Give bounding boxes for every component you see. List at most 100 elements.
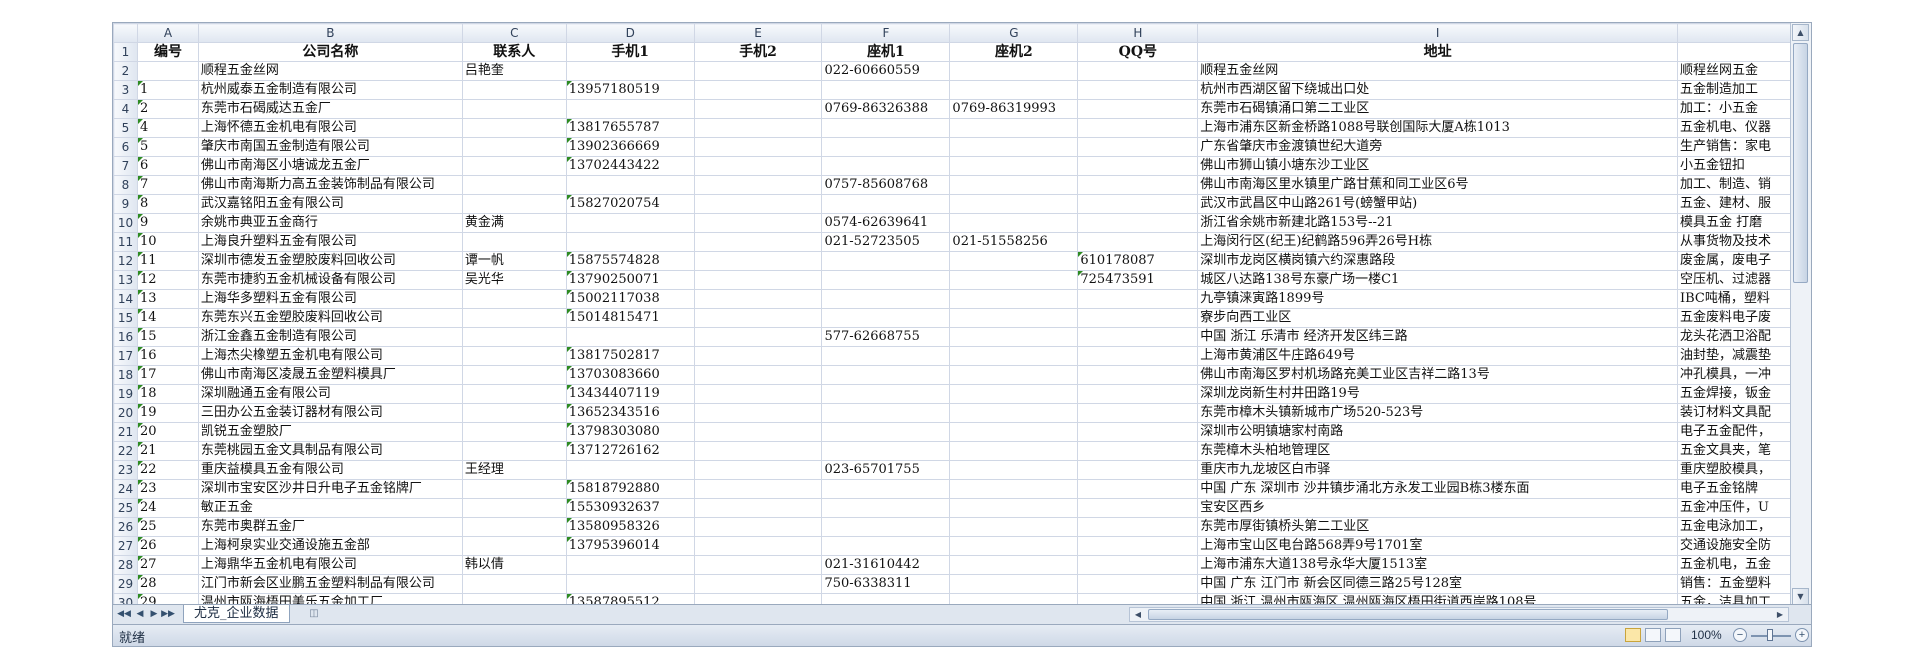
cell[interactable]	[693, 498, 823, 518]
cell[interactable]: 15827020754	[565, 194, 695, 214]
cell[interactable]	[693, 118, 823, 138]
cell[interactable]: 销售：五金塑料	[1676, 574, 1793, 594]
row-header[interactable]: 6	[113, 137, 138, 157]
cell[interactable]	[693, 441, 823, 461]
cell[interactable]: 东莞市奥群五金厂	[197, 517, 463, 537]
cell[interactable]: 浙江省余姚市新建北路153号--21	[1197, 213, 1678, 233]
cell[interactable]: 725473591	[1077, 270, 1199, 290]
cell[interactable]: 深圳市宝安区沙井日升电子五金铭牌厂	[197, 479, 463, 499]
cell[interactable]: 021-31610442	[821, 555, 951, 575]
row-header[interactable]: 23	[113, 460, 138, 480]
column-header[interactable]: B	[197, 23, 463, 43]
cell[interactable]	[949, 213, 1079, 233]
cell[interactable]: 11	[136, 251, 199, 271]
header-cell[interactable]	[1676, 42, 1793, 62]
cell[interactable]: 上海市浦东区新金桥路1088号联创国际大厦A栋1013	[1197, 118, 1678, 138]
zoom-slider-thumb[interactable]	[1767, 629, 1773, 641]
cell[interactable]: 五金废料电子废	[1676, 308, 1793, 328]
row-header[interactable]: 8	[113, 175, 138, 195]
cell[interactable]	[1077, 213, 1199, 233]
header-cell[interactable]: 地址	[1197, 42, 1678, 62]
cell[interactable]	[461, 536, 567, 556]
page-break-view-icon[interactable]	[1665, 628, 1681, 642]
header-cell[interactable]: 编号	[136, 42, 199, 62]
row-header[interactable]: 10	[113, 213, 138, 233]
cell[interactable]	[1077, 289, 1199, 309]
row-header[interactable]: 19	[113, 384, 138, 404]
cell[interactable]	[1077, 99, 1199, 119]
cell[interactable]: 东莞桃园五金文具制品有限公司	[197, 441, 463, 461]
cell[interactable]	[821, 422, 951, 442]
cell[interactable]: 577-62668755	[821, 327, 951, 347]
cell[interactable]: 深圳市公明镇塘家村南路	[1197, 422, 1678, 442]
cell[interactable]: 中国 浙江 温州市瓯海区 温州瓯海区梧田街道西岸路108号	[1197, 593, 1678, 604]
cell[interactable]	[565, 175, 695, 195]
cell[interactable]: 28	[136, 574, 199, 594]
cell[interactable]: 东莞市樟木头镇新城市广场520-523号	[1197, 403, 1678, 423]
cell[interactable]: 中国 广东 江门市 新会区同德三路25号128室	[1197, 574, 1678, 594]
cell[interactable]	[693, 251, 823, 271]
cell[interactable]	[1077, 536, 1199, 556]
cell[interactable]	[693, 346, 823, 366]
cell[interactable]	[565, 99, 695, 119]
zoom-in-icon[interactable]: +	[1795, 628, 1809, 642]
cell[interactable]: 13795396014	[565, 536, 695, 556]
cell[interactable]: 顺程丝网五金	[1676, 61, 1793, 81]
cell[interactable]: 13434407119	[565, 384, 695, 404]
cell[interactable]	[1077, 194, 1199, 214]
cell[interactable]: 上海闵行区(纪王)纪鹤路596弄26号H栋	[1197, 232, 1678, 252]
vertical-scroll-thumb[interactable]	[1793, 43, 1808, 283]
page-layout-view-icon[interactable]	[1645, 628, 1661, 642]
cell[interactable]: 宝安区西乡	[1197, 498, 1678, 518]
cell[interactable]: 13817502817	[565, 346, 695, 366]
cell[interactable]	[461, 403, 567, 423]
cell[interactable]	[1077, 365, 1199, 385]
cell[interactable]	[461, 479, 567, 499]
cell[interactable]	[949, 137, 1079, 157]
cell[interactable]: 上海市黄浦区牛庄路649号	[1197, 346, 1678, 366]
cell[interactable]: 17	[136, 365, 199, 385]
cell[interactable]: 加工：小五金	[1676, 99, 1793, 119]
cell[interactable]: 佛山市南海区凌晟五金塑料模具厂	[197, 365, 463, 385]
cell[interactable]: 深圳融通五金有限公司	[197, 384, 463, 404]
cell[interactable]: 吕艳奎	[461, 61, 567, 81]
header-cell[interactable]: QQ号	[1077, 42, 1199, 62]
row-header[interactable]: 14	[113, 289, 138, 309]
cell[interactable]: 023-65701755	[821, 460, 951, 480]
cell[interactable]	[1077, 555, 1199, 575]
cell[interactable]	[949, 289, 1079, 309]
cell[interactable]: 上海怀德五金机电有限公司	[197, 118, 463, 138]
cell[interactable]	[821, 289, 951, 309]
row-header[interactable]: 21	[113, 422, 138, 442]
cell[interactable]	[461, 346, 567, 366]
cell[interactable]: 黄金满	[461, 213, 567, 233]
cell[interactable]: 杭州威泰五金制造有限公司	[197, 80, 463, 100]
cell[interactable]	[949, 498, 1079, 518]
cell[interactable]	[461, 156, 567, 176]
cell[interactable]	[1077, 517, 1199, 537]
cell[interactable]: 余姚市典亚五金商行	[197, 213, 463, 233]
row-header[interactable]: 30	[113, 593, 138, 604]
cell[interactable]	[565, 574, 695, 594]
cell[interactable]: 021-52723505	[821, 232, 951, 252]
cell[interactable]: 750-6338311	[821, 574, 951, 594]
cell[interactable]: 加工、制造、销	[1676, 175, 1793, 195]
cell[interactable]: 肇庆市南国五金制造有限公司	[197, 137, 463, 157]
cell[interactable]: 从事货物及技术	[1676, 232, 1793, 252]
cell[interactable]: 上海市宝山区电台路568弄9号1701室	[1197, 536, 1678, 556]
cell[interactable]: 0769-86319993	[949, 99, 1079, 119]
row-header[interactable]: 28	[113, 555, 138, 575]
cell[interactable]	[949, 593, 1079, 604]
cell[interactable]	[949, 270, 1079, 290]
cell[interactable]	[565, 460, 695, 480]
cell[interactable]	[693, 99, 823, 119]
cell[interactable]	[461, 327, 567, 347]
row-header[interactable]: 29	[113, 574, 138, 594]
cell[interactable]: 9	[136, 213, 199, 233]
cell[interactable]	[1077, 156, 1199, 176]
cell[interactable]: 谭一帆	[461, 251, 567, 271]
cell[interactable]	[693, 574, 823, 594]
cell[interactable]	[693, 213, 823, 233]
cell[interactable]	[1077, 441, 1199, 461]
cell[interactable]	[693, 156, 823, 176]
